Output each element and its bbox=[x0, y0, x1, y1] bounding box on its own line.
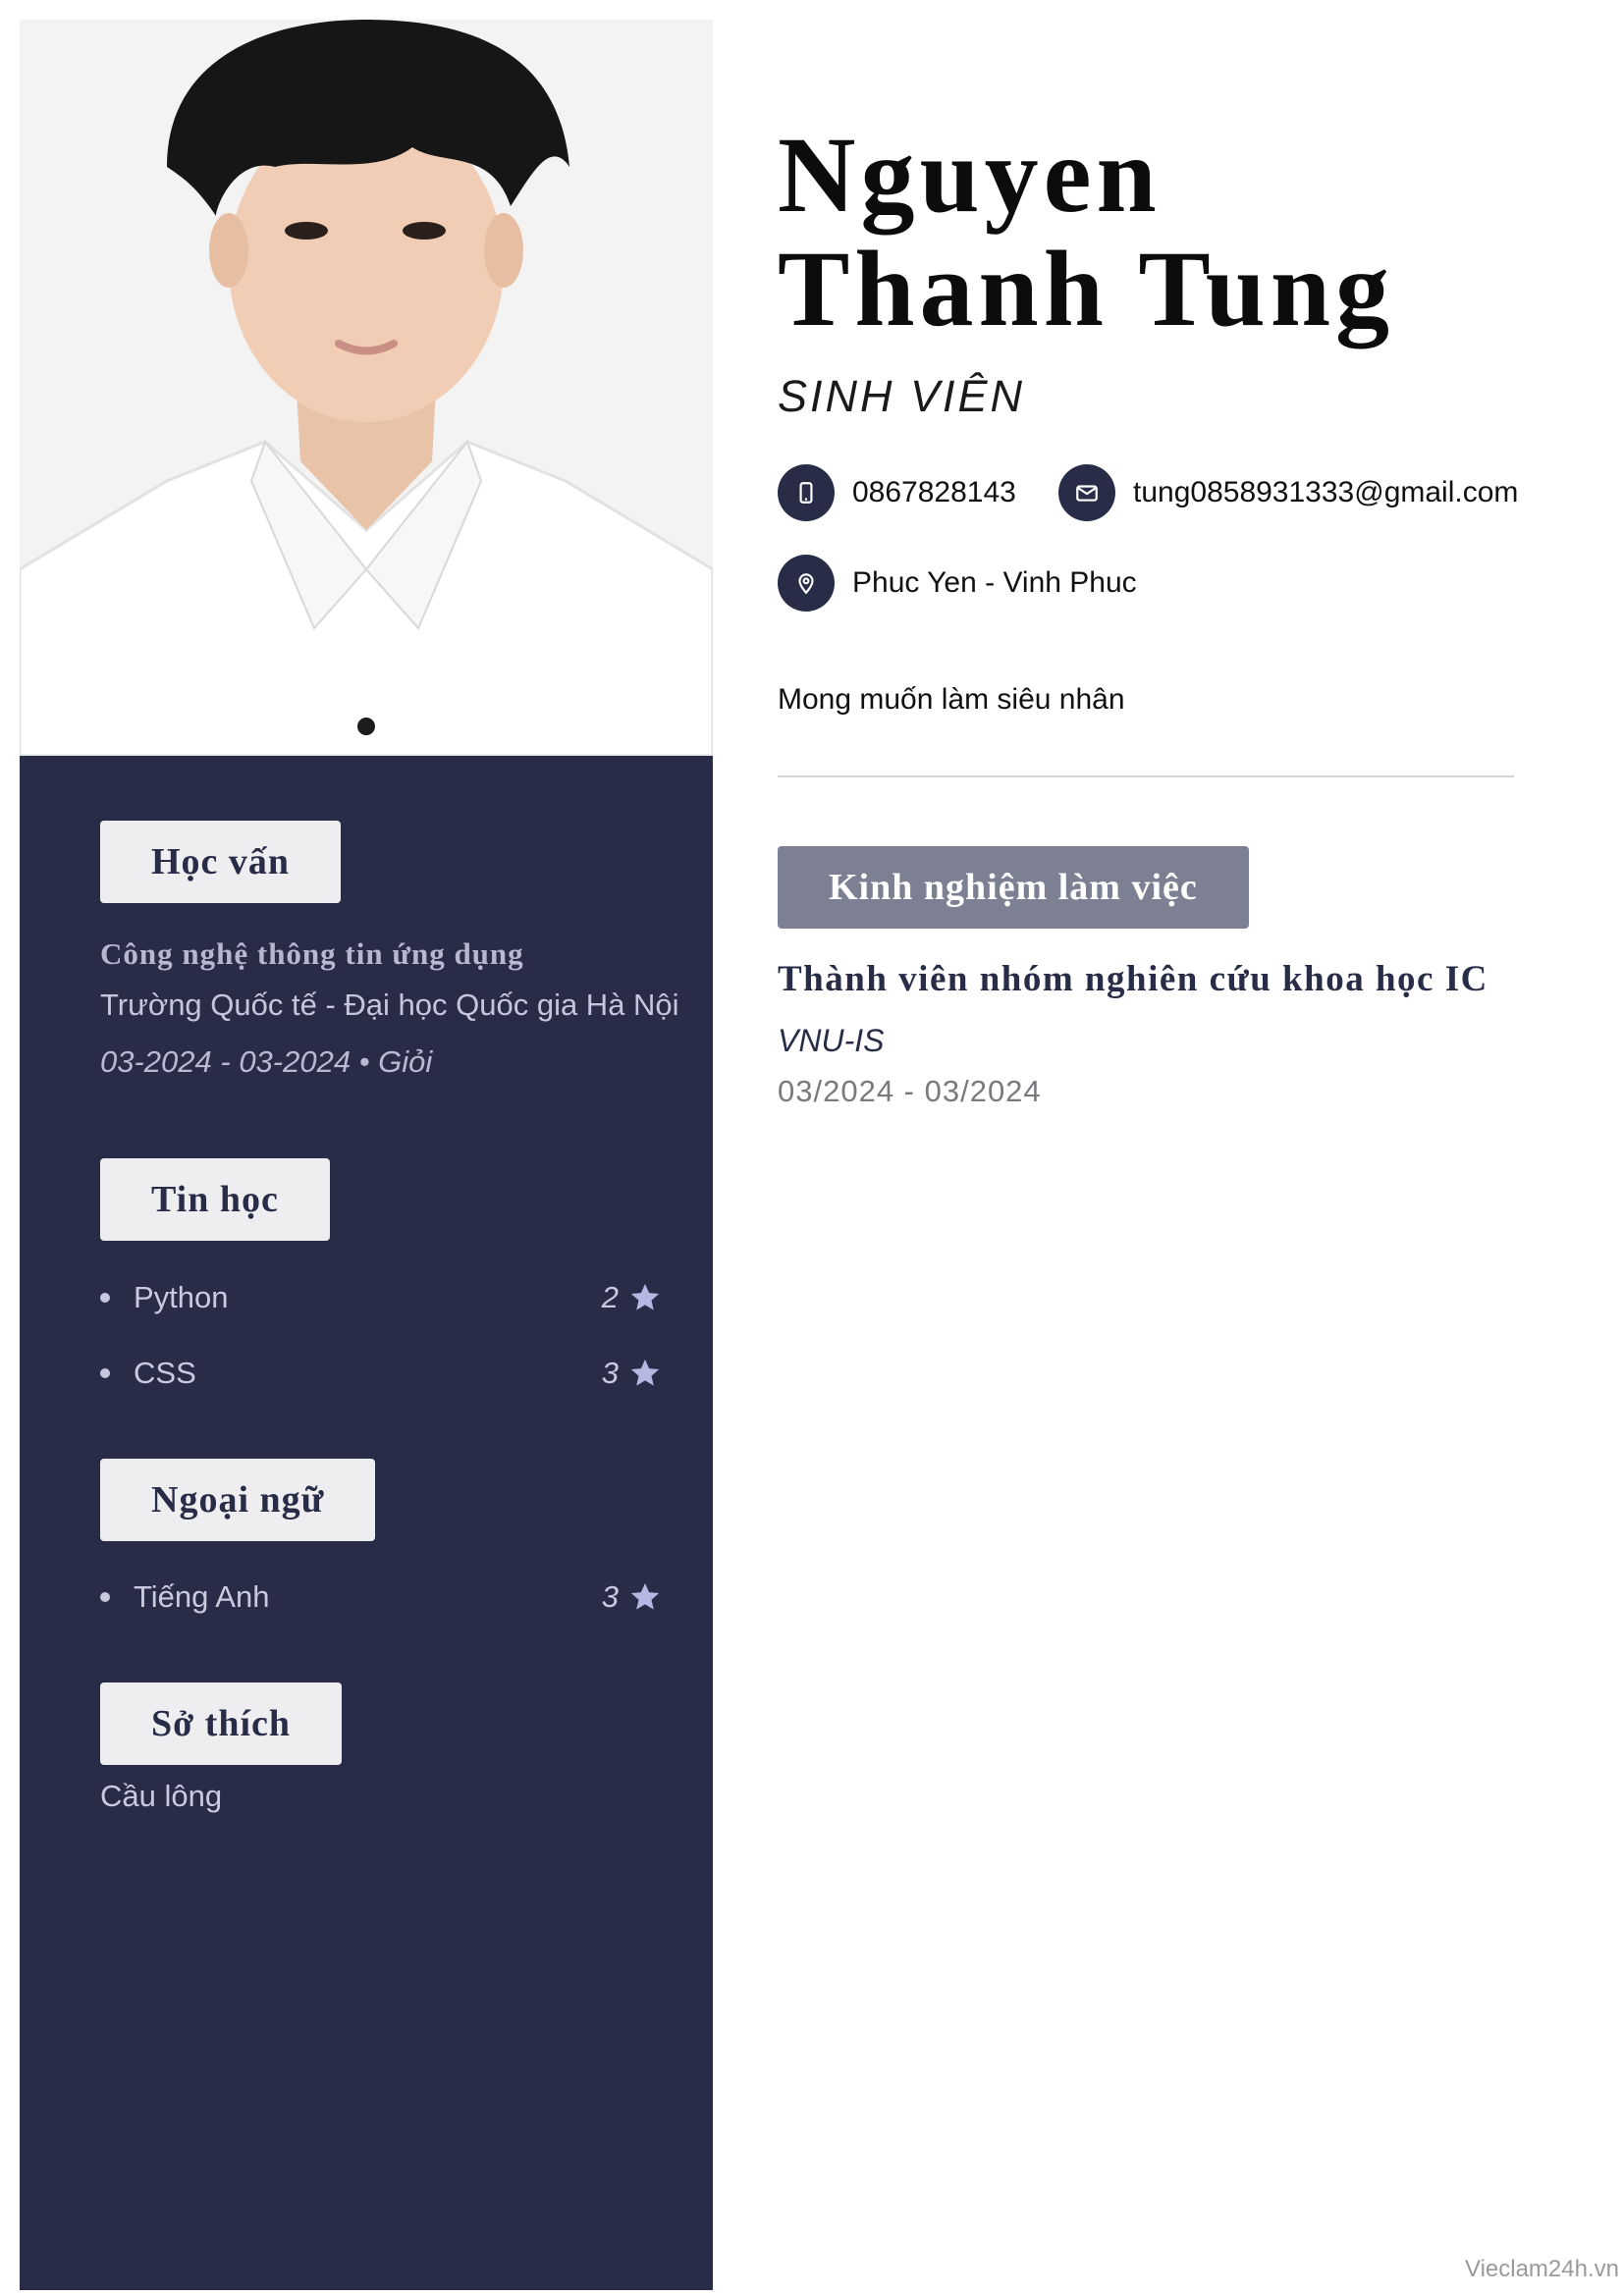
map-pin-icon bbox=[778, 555, 835, 612]
contact-address: Phuc Yen - Vinh Phuc bbox=[778, 555, 1137, 612]
site-watermark: Vieclam24h.vn bbox=[1465, 2256, 1619, 2282]
email-text: tung0858931333@gmail.com bbox=[1133, 476, 1519, 508]
languages-heading: Ngoại ngữ bbox=[100, 1459, 376, 1541]
experience-period: 03/2024 - 03/2024 bbox=[778, 1074, 1042, 1108]
skill-row: CSS 3 bbox=[100, 1352, 662, 1395]
education-heading: Học vấn bbox=[100, 821, 342, 903]
contact-email: tung0858931333@gmail.com bbox=[1058, 464, 1518, 521]
phone-text: 0867828143 bbox=[852, 476, 1016, 508]
bullet-icon bbox=[100, 1592, 110, 1602]
skill-name: CSS bbox=[134, 1356, 196, 1390]
experience-organization: VNU-IS bbox=[778, 1023, 885, 1058]
education-major: Công nghệ thông tin ứng dụng bbox=[100, 936, 524, 971]
address-text: Phuc Yen - Vinh Phuc bbox=[852, 566, 1137, 599]
language-row: Tiếng Anh 3 bbox=[100, 1575, 662, 1619]
skill-level: 3 bbox=[601, 1356, 619, 1390]
bullet-icon bbox=[100, 1368, 110, 1378]
sidebar bbox=[20, 20, 713, 2290]
mobile-phone-icon bbox=[778, 464, 835, 521]
hobbies-heading: Sở thích bbox=[100, 1682, 343, 1765]
education-period-grade: 03-2024 - 03-2024 • Giỏi bbox=[100, 1044, 433, 1079]
education-school: Trường Quốc tế - Đại học Quốc gia Hà Nội bbox=[100, 988, 679, 1022]
profile-photo bbox=[20, 20, 713, 756]
hobby-text: Cầu lông bbox=[100, 1779, 223, 1813]
contact-phone: 0867828143 bbox=[778, 464, 1016, 521]
name-line-2: Thanh Tung bbox=[778, 229, 1395, 348]
divider bbox=[778, 775, 1514, 777]
star-icon bbox=[630, 1283, 660, 1310]
job-title: SINH VIÊN bbox=[778, 371, 1026, 421]
language-name: Tiếng Anh bbox=[134, 1579, 270, 1614]
skill-level: 2 bbox=[601, 1280, 619, 1314]
language-level: 3 bbox=[601, 1579, 619, 1614]
candidate-name: Nguyen Thanh Tung bbox=[778, 118, 1524, 346]
experience-heading: Kinh nghiệm làm việc bbox=[778, 846, 1249, 929]
name-line-1: Nguyen bbox=[778, 115, 1162, 235]
skill-row: Python 2 bbox=[100, 1276, 662, 1319]
experience-role: Thành viên nhóm nghiên cứu khoa học IC bbox=[778, 959, 1488, 999]
envelope-icon bbox=[1058, 464, 1115, 521]
star-icon bbox=[630, 1582, 660, 1610]
star-icon bbox=[630, 1359, 660, 1386]
career-objective: Mong muốn làm siêu nhân bbox=[778, 683, 1125, 716]
skill-name: Python bbox=[134, 1280, 229, 1314]
bullet-icon bbox=[100, 1293, 110, 1303]
it-skills-heading: Tin học bbox=[100, 1158, 330, 1241]
